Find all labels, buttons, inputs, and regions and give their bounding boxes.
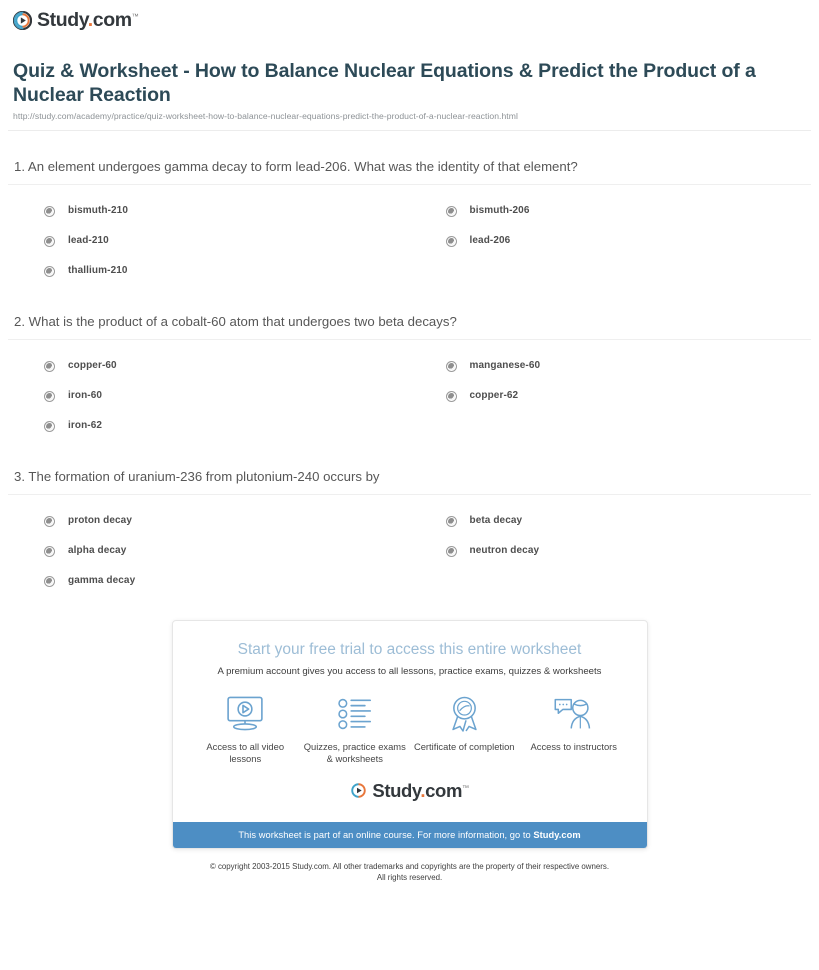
promo-logo[interactable]: Study.com™ — [191, 779, 629, 801]
option-label: thallium-210 — [68, 264, 128, 276]
radio-button-icon[interactable] — [445, 360, 457, 372]
feature-label: Certificate of completion — [413, 740, 515, 752]
promo-heading: Start your free trial to access this ent… — [237, 640, 582, 658]
feature-item: Quizzes, practice exams & worksheets — [300, 694, 410, 766]
feature-item: Access to instructors — [519, 694, 629, 766]
option-row[interactable]: copper-60 — [8, 351, 410, 381]
checklist-icon — [300, 694, 410, 734]
option-label: neutron decay — [469, 544, 540, 556]
promo-subheading: A premium account gives you access to al… — [217, 665, 602, 677]
title-block: Quiz & Worksheet - How to Balance Nuclea… — [0, 31, 819, 121]
play-circle-icon — [12, 11, 33, 31]
logo-tld: com — [425, 779, 462, 801]
options-group: bismuth-210 bismuth-206 lead-210 lead-20… — [8, 185, 811, 286]
page-url: http://study.com/academy/practice/quiz-w… — [13, 110, 518, 121]
radio-button-icon[interactable] — [44, 515, 55, 527]
feature-label: Quizzes, practice exams & worksheets — [303, 740, 406, 765]
option-label: beta decay — [469, 514, 523, 526]
question-text: 3. The formation of uranium-236 from plu… — [14, 468, 380, 484]
radio-button-icon[interactable] — [445, 390, 457, 402]
option-row[interactable]: lead-210 — [8, 226, 410, 256]
question-text: 2. What is the product of a cobalt-60 at… — [14, 313, 457, 329]
copyright-footer: © copyright 2003-2015 Study.com. All oth… — [0, 862, 819, 883]
option-label: copper-60 — [68, 359, 117, 371]
trademark-symbol: ™ — [462, 784, 469, 792]
option-row[interactable]: copper-62 — [410, 381, 812, 411]
option-row[interactable]: iron-62 — [8, 411, 410, 441]
feature-item: Access to all video lessons — [191, 694, 301, 766]
logo-name: Study — [37, 9, 88, 31]
promo-body: Start your free trial to access this ent… — [173, 621, 647, 811]
page-title: Quiz & Worksheet - How to Balance Nuclea… — [13, 59, 756, 106]
radio-button-icon[interactable] — [445, 515, 457, 527]
options-group: proton decay beta decay alpha decay neut… — [8, 495, 811, 596]
option-row[interactable]: gamma decay — [8, 566, 410, 596]
promo-banner[interactable]: This worksheet is part of an online cour… — [172, 822, 647, 848]
option-label: bismuth-210 — [68, 204, 129, 216]
option-row[interactable]: thallium-210 — [8, 256, 410, 286]
radio-button-icon[interactable] — [445, 235, 457, 247]
promo-banner-link[interactable]: Study.com — [533, 830, 580, 840]
worksheet-page: Study.com™ Quiz & Worksheet - How to Bal… — [0, 0, 819, 970]
option-row[interactable]: alpha decay — [8, 536, 410, 566]
option-row[interactable]: proton decay — [8, 506, 410, 536]
option-row[interactable]: bismuth-210 — [8, 196, 410, 226]
option-label: iron-62 — [68, 419, 103, 431]
instructor-chat-icon — [519, 694, 629, 734]
question-text: 1. An element undergoes gamma decay to f… — [14, 158, 578, 174]
trademark-symbol: ™ — [131, 13, 139, 21]
options-group: copper-60 manganese-60 iron-60 copper-62… — [8, 340, 811, 441]
radio-button-icon[interactable] — [44, 390, 55, 402]
option-label: bismuth-206 — [469, 204, 530, 216]
option-row[interactable]: beta decay — [410, 506, 812, 536]
questions-list: 1. An element undergoes gamma decay to f… — [0, 131, 819, 596]
logo-wordmark: Study.com™ — [37, 9, 139, 31]
promo-features: Access to all video lessons Quizzes, pra… — [191, 694, 629, 766]
option-label: gamma decay — [68, 574, 136, 586]
question-block: 1. An element undergoes gamma decay to f… — [8, 131, 811, 286]
radio-button-icon[interactable] — [44, 235, 55, 247]
radio-button-icon[interactable] — [44, 360, 55, 372]
option-label: lead-206 — [469, 234, 511, 246]
radio-button-icon[interactable] — [44, 545, 55, 557]
option-label: copper-62 — [469, 389, 519, 401]
option-row[interactable]: neutron decay — [410, 536, 812, 566]
option-label: manganese-60 — [469, 359, 541, 371]
question-block: 2. What is the product of a cobalt-60 at… — [8, 286, 811, 441]
option-row[interactable]: bismuth-206 — [410, 196, 812, 226]
radio-button-icon[interactable] — [44, 575, 55, 587]
monitor-video-icon — [191, 694, 301, 734]
free-trial-promo-card[interactable]: Start your free trial to access this ent… — [171, 619, 648, 849]
option-row[interactable]: manganese-60 — [410, 351, 812, 381]
radio-button-icon[interactable] — [44, 265, 55, 277]
feature-label: Access to all video lessons — [206, 740, 285, 765]
feature-label: Access to instructors — [530, 740, 618, 752]
logo-wordmark: Study.com™ — [372, 779, 469, 801]
option-row[interactable]: lead-206 — [410, 226, 812, 256]
option-label: lead-210 — [68, 234, 109, 246]
promo-card-wrapper: Start your free trial to access this ent… — [0, 619, 819, 849]
copyright-line-2: All rights reserved. — [376, 872, 443, 882]
logo-name: Study — [372, 779, 421, 801]
logo-tld: com — [92, 9, 132, 31]
play-circle-icon — [350, 782, 367, 799]
option-label: iron-60 — [68, 389, 103, 401]
award-ribbon-icon — [410, 694, 520, 734]
question-block: 3. The formation of uranium-236 from plu… — [8, 441, 811, 596]
radio-button-icon[interactable] — [44, 420, 55, 432]
promo-banner-text: This worksheet is part of an online cour… — [238, 830, 534, 840]
radio-button-icon[interactable] — [445, 205, 457, 217]
feature-item: Certificate of completion — [410, 694, 520, 766]
option-row[interactable]: iron-60 — [8, 381, 410, 411]
site-logo[interactable]: Study.com™ — [0, 0, 819, 31]
radio-button-icon[interactable] — [44, 205, 55, 217]
radio-button-icon[interactable] — [445, 545, 457, 557]
option-label: alpha decay — [68, 544, 127, 556]
option-label: proton decay — [68, 514, 132, 526]
copyright-line-1: © copyright 2003-2015 Study.com. All oth… — [209, 862, 610, 871]
